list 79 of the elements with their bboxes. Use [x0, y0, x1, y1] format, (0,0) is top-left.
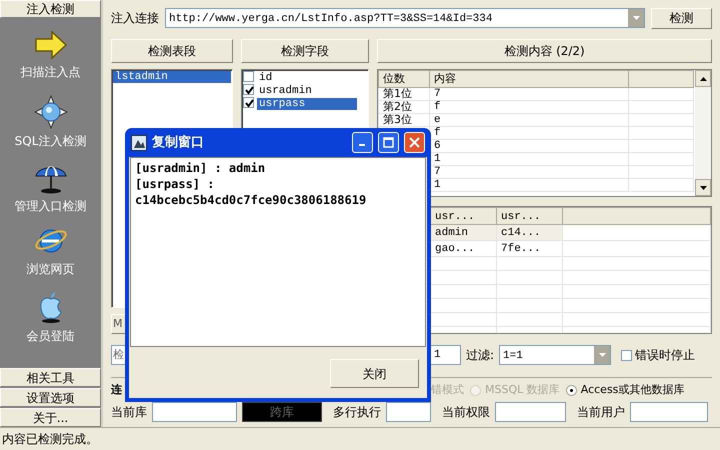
radio-label: Access或其他数据库	[580, 382, 684, 398]
close-button[interactable]	[404, 132, 425, 153]
caret-icon	[628, 9, 644, 27]
count-field[interactable]: 1	[430, 345, 461, 365]
table-cell: 1	[434, 153, 441, 165]
app-icon	[131, 134, 147, 150]
url-label: 注入连接	[111, 10, 159, 27]
text-line: [usradmin] : admin	[135, 160, 266, 176]
checkbox[interactable]	[621, 350, 632, 361]
sidebar-item[interactable]: 浏览网页	[0, 225, 100, 286]
list-item[interactable]: lstadmin	[113, 71, 231, 83]
compass-icon	[34, 95, 68, 129]
column-header: 内容	[434, 72, 456, 85]
field-label: 多行执行	[333, 404, 381, 421]
cross-db-button[interactable]: 跨库	[242, 402, 322, 422]
column-header: usr...	[501, 210, 541, 222]
table-cell: f	[434, 101, 441, 113]
mode-label: 错模式	[431, 382, 464, 398]
field-header-button[interactable]: 检测字段	[241, 39, 369, 63]
maximize-icon	[383, 137, 394, 148]
table-cell: 6	[434, 140, 441, 152]
column-header: usr...	[435, 210, 475, 222]
text-field[interactable]	[152, 402, 237, 422]
table-cell: 1	[434, 179, 441, 191]
table-cell: 第2位	[383, 100, 412, 113]
sidebar-item[interactable]: SQL注入检测	[0, 95, 100, 156]
table-cell: gao...	[435, 243, 475, 255]
text-field[interactable]	[386, 402, 431, 422]
field-label: 当前用户	[577, 404, 625, 421]
table-cell: 第3位	[383, 113, 412, 126]
detect-button[interactable]: 检测	[651, 8, 712, 28]
column-header: 位数	[383, 72, 405, 85]
status-text: 内容已检测完成。	[2, 432, 98, 446]
sidebar-button[interactable]: 设置选项	[0, 388, 101, 407]
scroll-up-icon[interactable]	[695, 70, 711, 87]
radio-label: MSSQL 数据库	[485, 382, 560, 398]
sidebar-item[interactable]: 会员登陆	[0, 290, 100, 351]
sidebar-item[interactable]: 管理入口检测	[0, 160, 100, 221]
filter-label: 过滤:	[466, 347, 494, 364]
table-header-button[interactable]: 检测表段	[111, 39, 233, 63]
checkbox[interactable]	[243, 71, 254, 82]
scroll-down-icon[interactable]	[695, 179, 711, 196]
close-icon	[409, 137, 420, 148]
scrollbar[interactable]	[695, 70, 711, 196]
window-title: 复制窗口	[152, 134, 205, 152]
table-cell: admin	[435, 227, 468, 239]
table-cell: e	[434, 114, 441, 126]
table-cell: 7	[434, 166, 441, 178]
table-cell: 第1位	[383, 87, 412, 100]
text-line: [usrpass] :	[135, 176, 216, 192]
field-label: 当前库	[111, 404, 147, 421]
field-item[interactable]: usradmin	[257, 85, 357, 97]
field-item[interactable]: usrpass	[257, 98, 357, 110]
table-cell: f	[434, 127, 441, 139]
minimize-button[interactable]	[352, 132, 373, 153]
caret-icon	[594, 346, 610, 364]
sidebar-button[interactable]: 相关工具	[0, 368, 101, 387]
text-field[interactable]	[495, 402, 566, 422]
sidebar-button[interactable]: 关于...	[0, 408, 101, 427]
checkbox[interactable]	[243, 84, 254, 95]
checkbox[interactable]	[243, 97, 254, 108]
close-dialog-button[interactable]: 关闭	[330, 359, 419, 388]
url-combo[interactable]: http://www.yerga.cn/LstInfo.asp?TT=3&SS=14&Id=334	[165, 8, 645, 28]
radio-button[interactable]	[566, 385, 577, 396]
section-label: 连	[111, 382, 122, 398]
sidebar-item[interactable]: 扫描注入点	[0, 30, 100, 91]
maximize-button[interactable]	[378, 132, 399, 153]
text-field[interactable]	[630, 402, 708, 422]
text-line: c14bcebc5b4cd0c7fce90c3806188619	[135, 192, 368, 208]
panel-header: 注入检测	[0, 0, 101, 18]
field-item[interactable]: id	[257, 72, 357, 84]
content-header-button[interactable]: 检测内容 (2/2)	[377, 39, 712, 63]
checkbox-label: 错误时停止	[635, 348, 696, 362]
arrow-icon	[34, 30, 68, 60]
filter-combo[interactable]: 1=1	[499, 345, 612, 365]
table-cell: 7fe...	[501, 243, 541, 255]
table-cell: 7	[434, 88, 441, 100]
field-label: 当前权限	[442, 404, 490, 421]
table-cell: c14...	[501, 227, 541, 239]
